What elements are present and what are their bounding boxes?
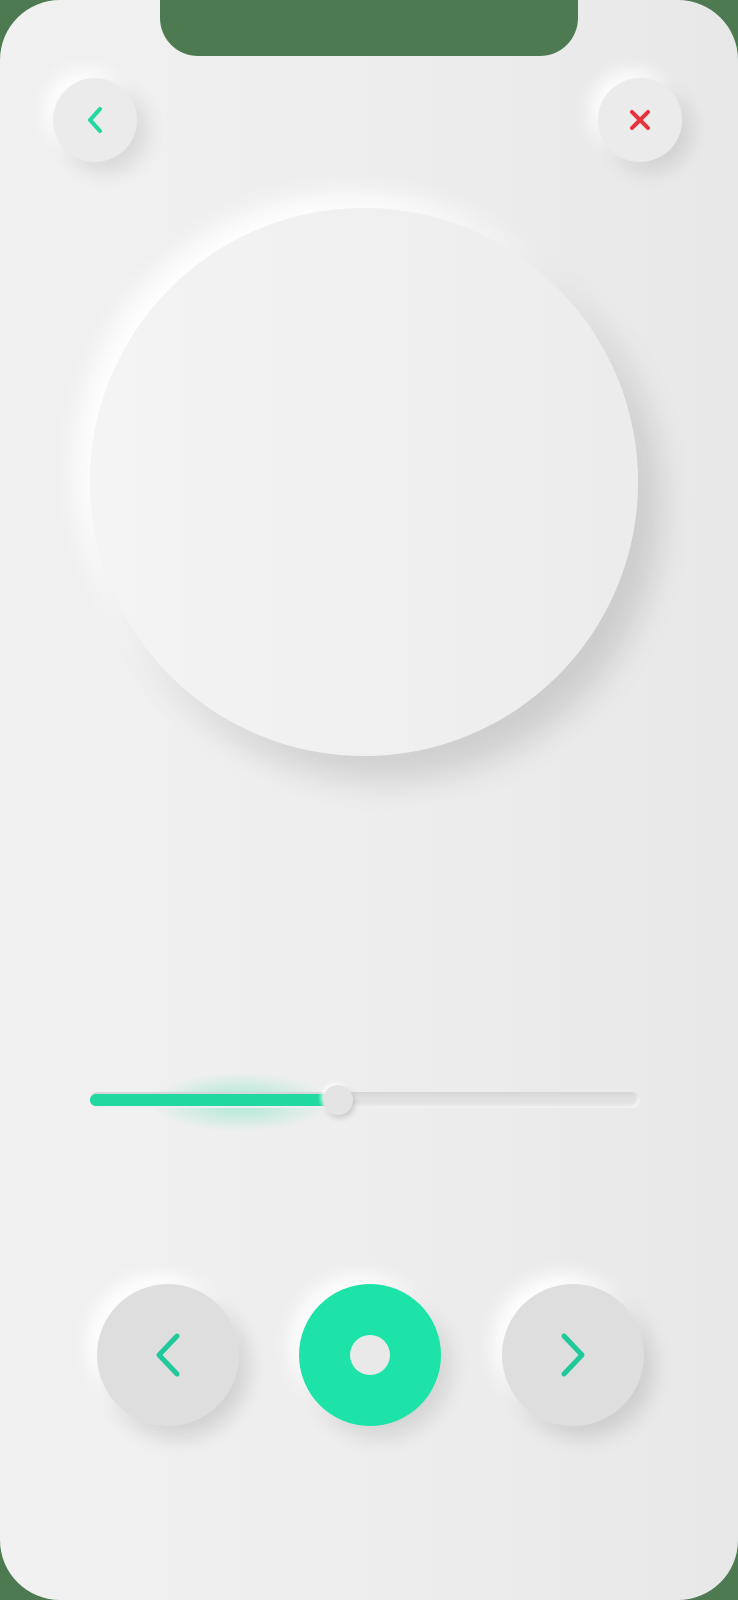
- close-icon: [630, 110, 650, 130]
- chevron-left-icon: [156, 1333, 180, 1377]
- close-button[interactable]: [598, 78, 682, 162]
- next-button[interactable]: [502, 1284, 644, 1426]
- previous-button[interactable]: [97, 1284, 239, 1426]
- chevron-left-icon: [88, 107, 102, 133]
- progress-thumb[interactable]: [322, 1085, 353, 1115]
- progress-fill: [90, 1094, 338, 1106]
- chevron-right-icon: [561, 1333, 585, 1377]
- progress-slider[interactable]: [90, 1085, 640, 1115]
- back-button[interactable]: [53, 78, 137, 162]
- play-button[interactable]: [299, 1284, 441, 1426]
- play-record-icon: [350, 1335, 390, 1375]
- device-notch: [160, 0, 578, 56]
- album-artwork: [90, 208, 638, 756]
- phone-screen: [0, 0, 738, 1600]
